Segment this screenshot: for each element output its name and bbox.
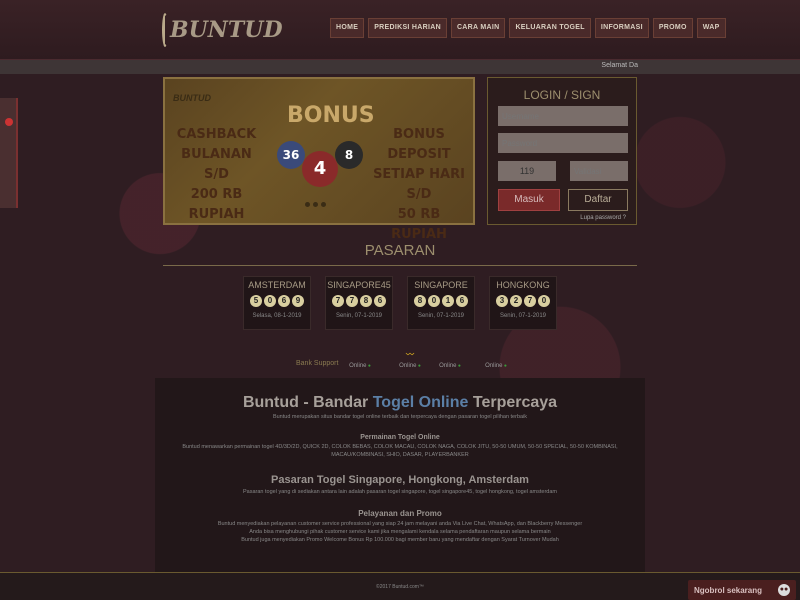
mandiri-logo-icon: 〰	[406, 350, 414, 359]
header: BUNTUD HOME PREDIKSI HARIAN CARA MAIN KE…	[0, 0, 800, 60]
bank-status: Online	[392, 363, 428, 369]
market-name: HONGKONG	[496, 280, 550, 290]
market-name: SINGAPORE	[414, 280, 468, 290]
nav-prediksi-harian[interactable]: PREDIKSI HARIAN	[368, 18, 447, 38]
banner-logo: BUNTUD	[173, 93, 211, 103]
bank-status: Online	[342, 363, 378, 369]
section-heading: Pelayanan dan Promo	[358, 509, 442, 518]
market-result: 8 0 1 6	[408, 295, 474, 307]
result-ball: 7	[524, 295, 536, 307]
market-date: Senin, 07-1-2019	[417, 313, 465, 319]
market-name: SINGAPORE45	[327, 280, 391, 290]
bank-bca: Online	[342, 349, 378, 373]
validation-input[interactable]	[570, 161, 628, 181]
chat-bubble-icon: ●●	[778, 584, 790, 596]
result-ball: 8	[414, 295, 426, 307]
market-date: Selasa, 08-1-2019	[252, 313, 302, 319]
bank-bni: Online	[432, 349, 468, 373]
market-card-amsterdam[interactable]: AMSTERDAM 5 0 6 9 Selasa, 08-1-2019	[243, 276, 311, 330]
copyright: ©2017 Buntud.com™	[376, 584, 424, 590]
market-result: 7 7 8 6	[326, 295, 392, 307]
ticker-text: Selamat Da	[601, 62, 638, 69]
promo-banner[interactable]: BUNTUD BONUS CASHBACK BULANAN S/D 200 RB…	[163, 77, 475, 242]
divider	[163, 265, 637, 266]
nav-informasi[interactable]: INFORMASI	[594, 18, 649, 38]
bank-bri: Online	[478, 349, 514, 373]
section-text: Buntud juga menyediakan Promo Welcome Bo…	[241, 537, 559, 543]
bni-logo-icon	[432, 349, 468, 361]
result-ball: 0	[538, 295, 550, 307]
market-result: 3 2 7 0	[490, 295, 556, 307]
result-ball: 0	[264, 295, 276, 307]
bank-support-label: Bank Support	[296, 360, 339, 367]
login-title: LOGIN / SIGN	[523, 88, 601, 102]
side-tab[interactable]	[0, 98, 18, 208]
result-ball: 7	[332, 295, 344, 307]
section-heading: Permainan Togel Online	[360, 434, 440, 441]
logo-mark-icon	[162, 13, 168, 47]
market-date: Senin, 07-1-2019	[499, 313, 547, 319]
lottery-ball: 36	[277, 141, 305, 169]
bank-mandiri: 〰 Online	[392, 349, 428, 373]
logo[interactable]: BUNTUD	[162, 10, 283, 50]
bri-logo-icon	[478, 349, 514, 361]
section-text: Pasaran togel yang di sediakan antara la…	[242, 489, 558, 495]
live-chat-button[interactable]: Ngobrol sekarang ●●	[688, 580, 796, 600]
content-subtitle: Buntud merupakan situs bandar togel onli…	[272, 414, 528, 420]
lottery-ball: 4	[302, 151, 338, 187]
username-input[interactable]	[498, 106, 628, 126]
nav-home[interactable]: HOME	[330, 18, 365, 38]
bank-status: Online	[432, 363, 468, 369]
result-ball: 9	[292, 295, 304, 307]
bank-status: Online	[478, 363, 514, 369]
login-panel: LOGIN / SIGN 119 Masuk Daftar Lupa passw…	[487, 77, 637, 225]
content-title: Buntud - Bandar Togel Online Terpercaya	[242, 394, 558, 411]
register-button[interactable]: Daftar	[568, 189, 628, 211]
banner-bonus: BONUS	[287, 103, 375, 128]
market-date: Senin, 07-1-2019	[335, 313, 383, 319]
section-text: Buntud menyediakan pelayanan customer se…	[217, 521, 583, 527]
result-ball: 8	[360, 295, 372, 307]
logo-text: BUNTUD	[170, 17, 283, 43]
password-input[interactable]	[498, 133, 628, 153]
bca-logo-icon	[342, 349, 378, 361]
lottery-ball: 8	[335, 141, 363, 169]
login-button[interactable]: Masuk	[498, 189, 560, 211]
banner-deposit-text: BONUS DEPOSIT SETIAP HARI S/D 50 RB RUPI…	[373, 127, 465, 242]
footer: ©2017 Buntud.com™	[0, 573, 800, 600]
market-card-singapore45[interactable]: SINGAPORE45 7 7 8 6 Senin, 07-1-2019	[325, 276, 393, 330]
result-ball: 0	[428, 295, 440, 307]
captcha-code: 119	[498, 161, 556, 181]
nav-keluaran-togel[interactable]: KELUARAN TOGEL	[509, 18, 591, 38]
market-card-singapore[interactable]: SINGAPORE 8 0 1 6 Senin, 07-1-2019	[407, 276, 475, 330]
chat-label: Ngobrol sekarang	[694, 586, 763, 595]
market-result: 5 0 6 9	[244, 295, 310, 307]
result-ball: 6	[278, 295, 290, 307]
result-ball: 3	[496, 295, 508, 307]
nav-cara-main[interactable]: CARA MAIN	[450, 18, 506, 38]
main-nav: HOME PREDIKSI HARIAN CARA MAIN KELUARAN …	[330, 18, 726, 38]
nav-wap[interactable]: WAP	[696, 18, 726, 38]
chat-side-icon	[5, 118, 13, 126]
result-ball: 6	[374, 295, 386, 307]
result-ball: 2	[510, 295, 522, 307]
forgot-password-link[interactable]: Lupa password ?	[580, 215, 626, 221]
section-text: Buntud menawarkan permainan togel 4D/3D/…	[182, 444, 618, 458]
result-ball: 6	[456, 295, 468, 307]
result-ball: 7	[346, 295, 358, 307]
market-card-hongkong[interactable]: HONGKONG 3 2 7 0 Senin, 07-1-2019	[489, 276, 557, 330]
banner-cashback-text: CASHBACK BULANAN S/D 200 RB RUPIAH	[176, 127, 257, 222]
result-ball: 5	[250, 295, 262, 307]
ticker-bar: Selamat Da	[0, 60, 800, 74]
result-ball: 1	[442, 295, 454, 307]
pasaran-title: PASARAN	[364, 242, 436, 259]
content-section: Buntud - Bandar Togel Online Terpercaya …	[155, 378, 645, 572]
banner-pagination[interactable]	[305, 202, 326, 207]
nav-promo[interactable]: PROMO	[652, 18, 693, 38]
market-name: AMSTERDAM	[248, 280, 306, 290]
section-heading: Pasaran Togel Singapore, Hongkong, Amste…	[271, 474, 529, 486]
section-text: Anda bisa menghubungi pihak customer ser…	[249, 529, 551, 535]
